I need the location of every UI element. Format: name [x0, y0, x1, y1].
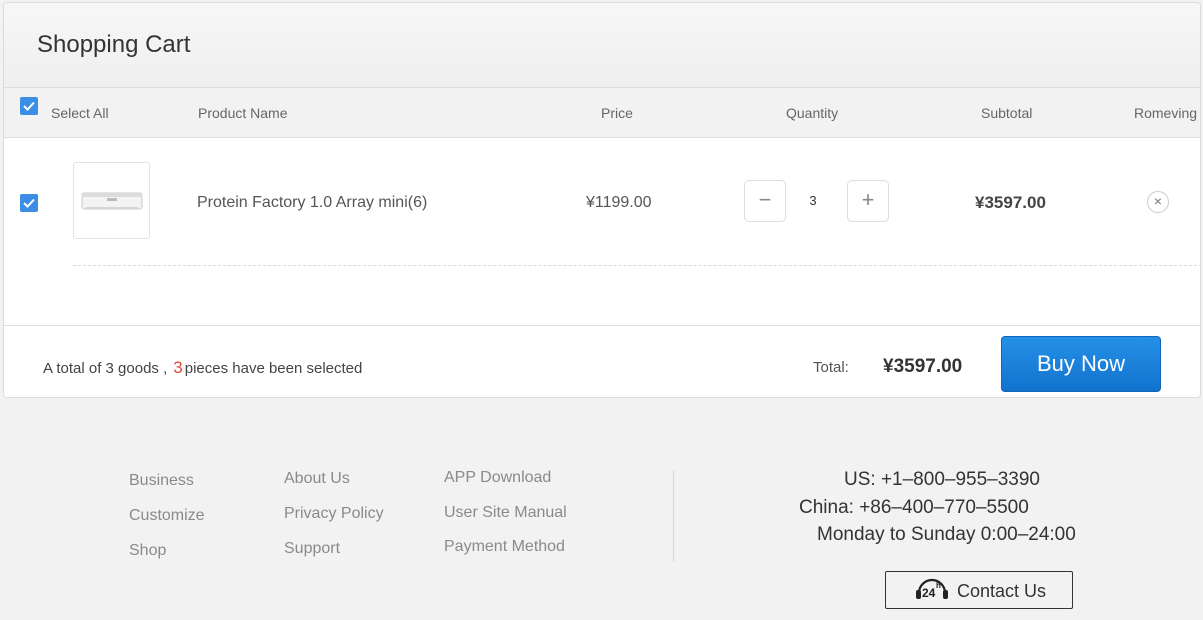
cart-table-header: Select All Product Name Price Quantity S… [4, 88, 1200, 138]
buy-now-button[interactable]: Buy Now [1001, 336, 1161, 392]
cart-header: Shopping Cart [4, 3, 1200, 88]
footer-link-business[interactable]: Business [129, 472, 194, 490]
cart-footer: A total of 3 goods , 3 pieces have been se… [4, 325, 1200, 397]
contact-us-button[interactable]: 24 h Contact Us [885, 571, 1073, 609]
select-all-checkbox[interactable] [20, 97, 38, 115]
column-price: Price [601, 105, 633, 121]
column-quantity: Quantity [786, 105, 839, 121]
column-product-name: Product Name [198, 105, 288, 121]
contact-phone-china: China: +86–400–770–5500 [799, 497, 1029, 518]
shopping-cart-panel: Shopping Cart Select All Product Name Pr… [3, 2, 1201, 398]
footer-link-payment-method[interactable]: Payment Method [444, 538, 565, 556]
footer-link-privacy-policy[interactable]: Privacy Policy [284, 505, 384, 523]
cart-item-row: Protein Factory 1.0 Array mini(6) ¥1199.… [4, 138, 1200, 268]
svg-text:h: h [936, 581, 941, 590]
select-all-label[interactable]: Select All [51, 105, 109, 121]
summary-prefix: A total of 3 goods , [43, 360, 168, 377]
contact-hours: Monday to Sunday 0:00–24:00 [817, 524, 1076, 545]
increase-quantity-button[interactable]: + [847, 180, 889, 222]
checkmark-icon [23, 101, 35, 111]
summary-suffix: pieces have been selected [184, 360, 363, 377]
remove-item-button[interactable]: × [1147, 191, 1169, 213]
24h-support-icon: 24 h [916, 578, 948, 600]
product-price: ¥1199.00 [586, 194, 652, 211]
product-thumbnail-icon [81, 192, 143, 210]
quantity-value[interactable]: 3 [806, 193, 820, 208]
total-label: Total: [813, 359, 849, 376]
checkmark-icon [23, 198, 35, 208]
item-checkbox[interactable] [20, 194, 38, 212]
product-name[interactable]: Protein Factory 1.0 Array mini(6) [197, 194, 427, 212]
contact-phone-us: US: +1–800–955–3390 [844, 469, 1040, 490]
decrease-quantity-button[interactable]: − [744, 180, 786, 222]
page-title: Shopping Cart [37, 31, 191, 58]
footer-link-shop[interactable]: Shop [129, 542, 166, 560]
selection-summary: A total of 3 goods , 3 pieces have been se… [43, 358, 362, 378]
selected-count: 3 [173, 358, 183, 377]
svg-text:24: 24 [922, 586, 936, 600]
column-removing: Romeving [1134, 105, 1198, 121]
footer-link-support[interactable]: Support [284, 540, 340, 558]
item-subtotal: ¥3597.00 [975, 193, 1046, 212]
contact-us-label: Contact Us [957, 581, 1047, 601]
footer-link-customize[interactable]: Customize [129, 507, 205, 525]
footer-divider [673, 470, 674, 562]
footer-link-app-download[interactable]: APP Download [444, 469, 551, 487]
plus-icon: + [861, 187, 875, 212]
total-value: ¥3597.00 [883, 356, 963, 377]
close-icon: × [1153, 193, 1163, 209]
footer-link-user-site-manual[interactable]: User Site Manual [444, 504, 567, 522]
minus-icon: − [758, 187, 772, 212]
footer-link-about-us[interactable]: About Us [284, 470, 350, 488]
column-subtotal: Subtotal [981, 105, 1033, 121]
row-divider [73, 265, 1200, 266]
product-thumbnail[interactable] [73, 162, 150, 239]
